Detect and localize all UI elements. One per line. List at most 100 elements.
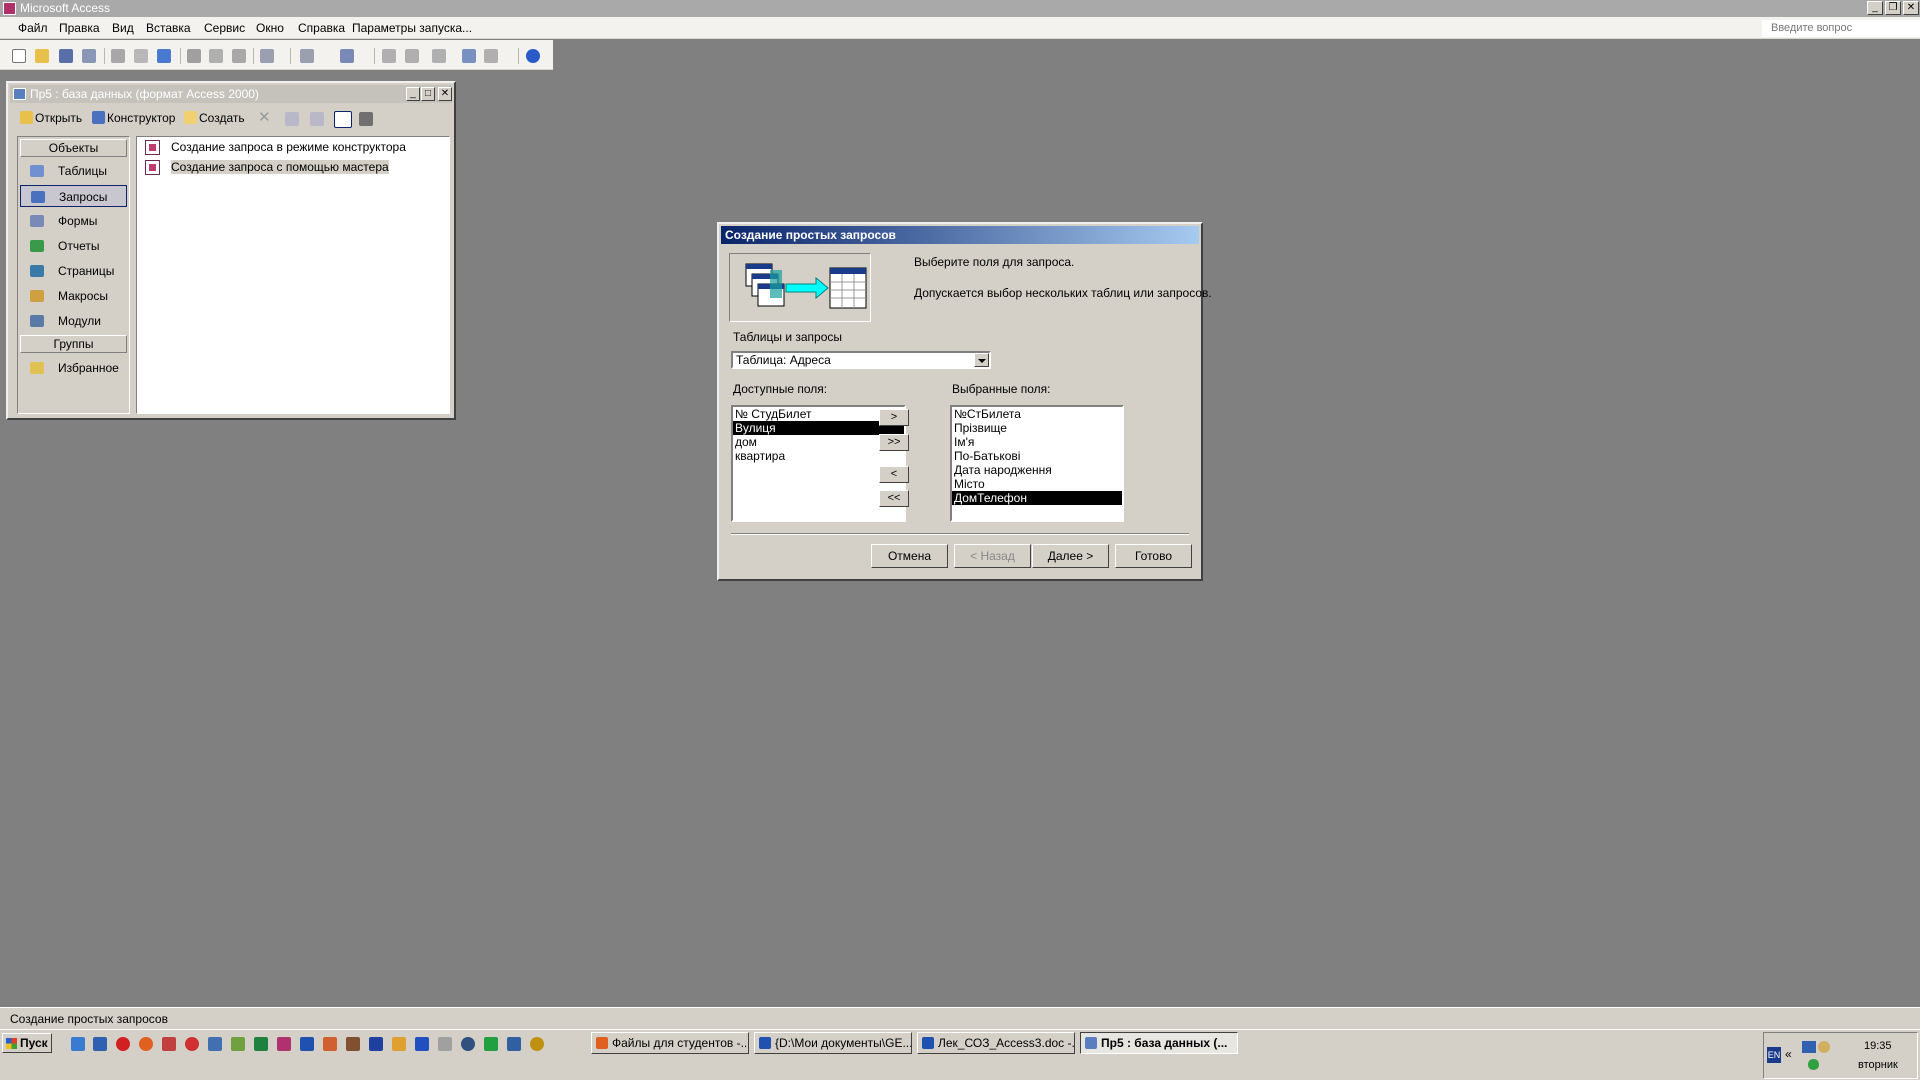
chevron-down-icon[interactable] bbox=[974, 353, 989, 367]
app-icon[interactable] bbox=[208, 1037, 222, 1051]
print-preview-icon[interactable] bbox=[134, 49, 148, 63]
back-button[interactable]: < Назад bbox=[954, 544, 1031, 568]
office-links-icon[interactable] bbox=[300, 49, 314, 63]
undo-icon[interactable] bbox=[260, 49, 274, 63]
code-icon[interactable] bbox=[382, 49, 396, 63]
app-icon[interactable] bbox=[162, 1037, 176, 1051]
powerpoint-icon[interactable] bbox=[323, 1037, 337, 1051]
new-object-icon[interactable] bbox=[484, 49, 498, 63]
restore-button[interactable]: ❐ bbox=[1885, 1, 1901, 15]
close-button[interactable]: ✕ bbox=[1903, 1, 1919, 15]
relationships-icon[interactable] bbox=[462, 49, 476, 63]
menu-startup[interactable]: Параметры запуска... bbox=[352, 21, 472, 35]
script-icon[interactable] bbox=[405, 49, 419, 63]
remove-field-button[interactable]: < bbox=[879, 466, 909, 483]
media-icon[interactable] bbox=[461, 1037, 475, 1051]
app-icon[interactable] bbox=[530, 1037, 544, 1051]
list-item[interactable]: квартира bbox=[733, 449, 904, 463]
add-all-fields-button[interactable]: >> bbox=[879, 434, 909, 451]
list-item[interactable]: №СтБилета bbox=[952, 407, 1122, 421]
list-view-icon[interactable] bbox=[334, 111, 352, 128]
create-button[interactable]: Создать bbox=[184, 111, 245, 125]
add-field-button[interactable]: > bbox=[879, 409, 909, 426]
objects-header[interactable]: Объекты bbox=[20, 139, 127, 157]
design-button[interactable]: Конструктор bbox=[92, 111, 175, 125]
cut-icon[interactable] bbox=[187, 49, 201, 63]
app-icon[interactable] bbox=[507, 1037, 521, 1051]
delete-icon[interactable]: ✕ bbox=[258, 108, 271, 126]
tables-queries-combo[interactable]: Таблица: Адреса bbox=[731, 351, 991, 369]
list-item[interactable]: ДомТелефон bbox=[952, 491, 1122, 505]
paste-icon[interactable] bbox=[232, 49, 246, 63]
minimize-button[interactable]: _ bbox=[1867, 1, 1883, 15]
menu-insert[interactable]: Вставка bbox=[146, 21, 191, 35]
opera-icon[interactable] bbox=[116, 1037, 130, 1051]
groups-header[interactable]: Группы bbox=[20, 335, 127, 353]
save-icon[interactable] bbox=[369, 1037, 383, 1051]
open-button[interactable]: Открыть bbox=[20, 111, 82, 125]
task-button[interactable]: {D:\Мои документы\GE... bbox=[754, 1032, 912, 1054]
app-icon[interactable] bbox=[231, 1037, 245, 1051]
db-maximize-button[interactable]: □ bbox=[421, 87, 435, 101]
analyze-icon[interactable] bbox=[340, 49, 354, 63]
tray-expand-icon[interactable]: « bbox=[1785, 1047, 1792, 1061]
cancel-button[interactable]: Отмена bbox=[871, 544, 948, 568]
app-icon[interactable] bbox=[484, 1037, 498, 1051]
file-search-icon[interactable] bbox=[82, 49, 96, 63]
start-button[interactable]: Пуск bbox=[2, 1033, 52, 1053]
print-icon[interactable] bbox=[111, 49, 125, 63]
object-macros[interactable]: Макросы bbox=[20, 285, 127, 307]
details-view-icon[interactable] bbox=[359, 112, 373, 126]
new-icon[interactable] bbox=[12, 49, 26, 63]
language-indicator[interactable]: EN bbox=[1767, 1047, 1781, 1063]
list-item[interactable]: Дата народження bbox=[952, 463, 1122, 477]
selected-fields-list[interactable]: №СтБилета Прізвище Ім'я По-Батькові Дата… bbox=[950, 405, 1124, 522]
save-icon[interactable] bbox=[59, 49, 73, 63]
list-item[interactable]: Ім'я bbox=[952, 435, 1122, 449]
object-modules[interactable]: Модули bbox=[20, 310, 127, 332]
task-button[interactable]: Файлы для студентов -... bbox=[591, 1032, 749, 1054]
desktop-icon[interactable] bbox=[93, 1037, 107, 1051]
group-favorites[interactable]: Избранное bbox=[20, 357, 127, 379]
word-icon[interactable] bbox=[300, 1037, 314, 1051]
object-reports[interactable]: Отчеты bbox=[20, 235, 127, 257]
object-pages[interactable]: Страницы bbox=[20, 260, 127, 282]
excel-icon[interactable] bbox=[254, 1037, 268, 1051]
object-tables[interactable]: Таблицы bbox=[20, 160, 127, 182]
firefox-icon[interactable] bbox=[139, 1037, 153, 1051]
menu-tools[interactable]: Сервис bbox=[204, 21, 245, 35]
menu-file[interactable]: Файл bbox=[18, 21, 48, 35]
app-icon[interactable] bbox=[185, 1037, 199, 1051]
list-item[interactable]: Создание запроса в режиме конструктора bbox=[141, 139, 410, 156]
menu-window[interactable]: Окно bbox=[256, 21, 284, 35]
small-icons-icon[interactable] bbox=[310, 112, 324, 126]
network-icon[interactable] bbox=[1802, 1041, 1816, 1053]
object-queries[interactable]: Запросы bbox=[20, 185, 127, 207]
list-item[interactable]: Прізвище bbox=[952, 421, 1122, 435]
app-icon[interactable] bbox=[346, 1037, 360, 1051]
open-icon[interactable] bbox=[35, 49, 49, 63]
remove-all-fields-button[interactable]: << bbox=[879, 490, 909, 507]
next-button[interactable]: Далее > bbox=[1032, 544, 1109, 568]
menu-edit[interactable]: Правка bbox=[59, 21, 100, 35]
object-forms[interactable]: Формы bbox=[20, 210, 127, 232]
task-button-active[interactable]: Пр5 : база данных (... bbox=[1080, 1032, 1238, 1054]
app-icon[interactable] bbox=[438, 1037, 452, 1051]
app-icon[interactable] bbox=[415, 1037, 429, 1051]
task-button[interactable]: Лек_СОЗ_Access3.doc -... bbox=[917, 1032, 1075, 1054]
help-icon[interactable] bbox=[526, 49, 540, 63]
list-item[interactable]: Місто bbox=[952, 477, 1122, 491]
spelling-icon[interactable] bbox=[157, 49, 171, 63]
menu-view[interactable]: Вид bbox=[112, 21, 134, 35]
tray-app-icon[interactable] bbox=[1818, 1041, 1830, 1053]
access-icon[interactable] bbox=[277, 1037, 291, 1051]
copy-icon[interactable] bbox=[209, 49, 223, 63]
large-icons-icon[interactable] bbox=[285, 112, 299, 126]
tray-app-icon[interactable] bbox=[1808, 1059, 1819, 1070]
ask-question-input[interactable]: Введите вопрос bbox=[1762, 20, 1920, 37]
menu-help[interactable]: Справка bbox=[298, 21, 345, 35]
ie-icon[interactable] bbox=[71, 1037, 85, 1051]
list-item[interactable]: Создание запроса с помощью мастера bbox=[141, 159, 393, 176]
db-minimize-button[interactable]: _ bbox=[406, 87, 420, 101]
db-close-button[interactable]: ✕ bbox=[438, 87, 452, 101]
